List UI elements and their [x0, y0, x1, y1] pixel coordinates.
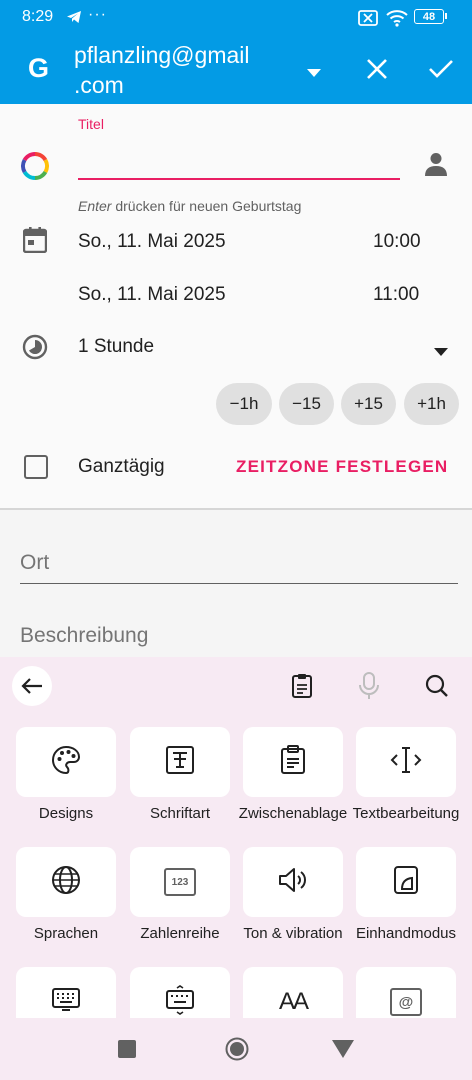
description-input[interactable]: Beschreibung [20, 624, 148, 648]
globe-icon [51, 865, 81, 900]
set-timezone-button[interactable]: ZEITZONE FESTLEGEN [236, 457, 448, 477]
clipboard-icon [280, 744, 306, 780]
title-label: Titel [78, 116, 104, 132]
end-date[interactable]: So., 11. Mai 2025 [78, 284, 226, 306]
home-icon[interactable] [225, 1037, 249, 1066]
dropdown-arrow-icon[interactable] [307, 64, 321, 82]
tile-clipboard[interactable] [243, 727, 343, 797]
font-icon [165, 745, 195, 780]
text-size-icon: AA [278, 988, 309, 1015]
tile-languages[interactable] [16, 847, 116, 917]
tile-font-label: Schriftart [149, 805, 210, 822]
tile-text-size[interactable]: AA [243, 967, 343, 1018]
start-time[interactable]: 10:00 [373, 231, 421, 253]
tile-designs-label: Designs [38, 805, 94, 822]
more-notifications-icon: ··· [88, 6, 107, 23]
palette-icon [51, 745, 81, 780]
all-day-checkbox[interactable] [24, 455, 48, 479]
chip-plus-15[interactable]: +15 [341, 383, 396, 425]
battery-icon: 48 [414, 9, 444, 24]
number-row-icon: 123 [164, 868, 196, 896]
end-time[interactable]: 11:00 [373, 284, 419, 306]
at-sign-icon-text: @ [398, 993, 414, 1011]
title-input-underline [78, 178, 400, 180]
keyboard-icon [51, 987, 81, 1018]
tile-sound-vibration[interactable] [243, 847, 343, 917]
location-input[interactable]: Ort [20, 551, 49, 575]
one-hand-icon [392, 865, 420, 900]
tile-number-row[interactable]: 123 [130, 847, 230, 917]
back-icon[interactable] [332, 1040, 354, 1063]
account-email-line1: pflanzling@gmail [74, 42, 250, 68]
tile-sound-vibration-label: Ton & vibration [243, 925, 343, 942]
duration-clock-icon [22, 334, 48, 365]
start-date[interactable]: So., 11. Mai 2025 [78, 231, 226, 253]
battery-tip [445, 13, 447, 19]
save-check-icon[interactable] [428, 59, 454, 84]
google-account-logo: G [28, 53, 50, 83]
wifi-icon [386, 9, 408, 32]
clipboard-icon[interactable] [291, 673, 313, 704]
calendar-icon [22, 227, 48, 258]
tile-text-editing[interactable] [356, 727, 456, 797]
tile-keyboard[interactable] [16, 967, 116, 1018]
no-sim-icon [358, 10, 378, 31]
tile-designs[interactable] [16, 727, 116, 797]
tile-text-editing-label: Textbearbeitung [352, 805, 460, 822]
app-bar: 8:29 ··· 48 G pflanzling@gmail .com [0, 0, 472, 104]
chevron-down-icon[interactable] [434, 343, 448, 361]
color-picker-icon[interactable] [21, 151, 49, 185]
tile-symbols[interactable]: @ [356, 967, 456, 1018]
close-icon[interactable] [366, 58, 388, 85]
account-selector[interactable]: pflanzling@gmail .com [74, 40, 250, 100]
back-arrow-icon[interactable] [12, 666, 52, 706]
keyboard-resize-icon [165, 984, 195, 1019]
chip-plus-1h[interactable]: +1h [404, 383, 459, 425]
account-email-line2: .com [74, 72, 124, 98]
text-cursor-icon [390, 745, 422, 780]
section-divider [0, 508, 472, 510]
chip-minus-1h[interactable]: −1h [216, 383, 272, 425]
location-underline [20, 583, 458, 584]
microphone-icon[interactable] [359, 672, 379, 705]
tile-one-hand-mode-label: Einhandmodus [355, 925, 457, 942]
duration-select[interactable]: 1 Stunde [78, 336, 154, 358]
keyboard-panel: Designs Schriftart Zwischenablage Textbe… [0, 657, 472, 1018]
recent-apps-icon[interactable] [118, 1040, 136, 1058]
tile-clipboard-label: Zwischenablage [238, 805, 348, 822]
hint-text: drücken für neuen Geburtstag [111, 198, 302, 214]
status-time: 8:29 [22, 8, 54, 25]
title-input[interactable] [78, 148, 400, 178]
contact-person-icon[interactable] [425, 152, 447, 181]
chip-minus-15[interactable]: −15 [279, 383, 334, 425]
system-nav-bar [0, 1018, 472, 1080]
battery-level: 48 [422, 10, 436, 23]
search-icon[interactable] [425, 674, 449, 703]
at-sign-icon: @ [390, 988, 422, 1016]
tile-number-row-label: Zahlenreihe [140, 925, 220, 942]
all-day-label: Ganztägig [78, 456, 165, 477]
title-hint: Enter drücken für neuen Geburtstag [78, 198, 301, 214]
event-form: Titel Enter drücken für neuen Geburtstag… [0, 104, 472, 509]
tile-one-hand-mode[interactable] [356, 847, 456, 917]
telegram-icon [66, 9, 82, 30]
tile-font[interactable] [130, 727, 230, 797]
number-row-icon-text: 123 [171, 876, 189, 888]
tile-keyboard-size[interactable] [130, 967, 230, 1018]
speaker-icon [277, 865, 309, 900]
tile-languages-label: Sprachen [33, 925, 99, 942]
hint-enter-key: Enter [78, 198, 112, 214]
